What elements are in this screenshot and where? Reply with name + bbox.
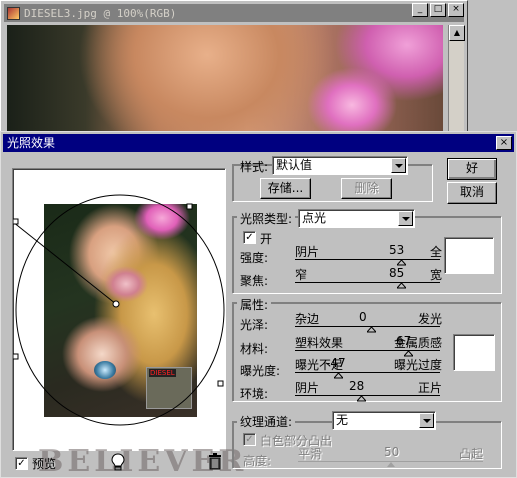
- intensity-left-label: 阴片: [295, 245, 320, 259]
- properties-label: 属性:: [237, 296, 272, 313]
- document-title-bar[interactable]: DIESEL3.jpg @ 100%(RGB): [4, 4, 464, 22]
- exposure-value: -47: [326, 356, 346, 370]
- exposure-slider-thumb[interactable]: [334, 373, 343, 379]
- document-close-button[interactable]: ×: [448, 3, 464, 17]
- material-slider-track[interactable]: [295, 350, 440, 351]
- chevron-down-icon[interactable]: [419, 413, 434, 428]
- light-type-label: 光照类型:: [237, 210, 296, 227]
- document-canvas[interactable]: [7, 25, 443, 141]
- style-dropdown[interactable]: 默认值: [272, 156, 408, 175]
- height-value: 50: [384, 445, 400, 459]
- focus-left-label: 窄: [295, 268, 308, 282]
- light-ellipse-overlay[interactable]: [13, 169, 227, 452]
- white-high-checkbox[interactable]: ✓: [243, 433, 256, 446]
- light-on-checkbox[interactable]: ✓: [243, 231, 256, 244]
- gloss-left-label: 杂边: [295, 312, 320, 326]
- style-label: 样式:: [240, 160, 269, 174]
- exposure-slider-track[interactable]: [295, 372, 440, 373]
- maximize-button[interactable]: □: [430, 3, 446, 17]
- minimize-button[interactable]: _: [412, 3, 428, 17]
- height-right-label: 凸起: [459, 447, 484, 461]
- ambience-value: 28: [349, 379, 365, 393]
- intensity-right-label: 全: [430, 245, 443, 259]
- delete-style-button[interactable]: 删除: [341, 178, 392, 199]
- style-value: 默认值: [276, 158, 313, 172]
- focus-right-label: 宽: [430, 268, 443, 282]
- ellipse-handle-top-right[interactable]: [186, 203, 193, 210]
- ellipse-handle-left[interactable]: [13, 218, 19, 225]
- ambience-slider-track[interactable]: [295, 395, 440, 396]
- light-center-handle[interactable]: [112, 300, 120, 308]
- light-bulb-icon[interactable]: [111, 453, 125, 471]
- focus-slider-thumb[interactable]: [397, 283, 406, 289]
- focus-value: 85: [389, 266, 405, 280]
- document-window: DIESEL3.jpg @ 100%(RGB) _ □ × ▲: [0, 0, 468, 141]
- light-footprint-ellipse: [15, 194, 225, 426]
- material-color-swatch[interactable]: [453, 334, 495, 371]
- scroll-up-arrow-icon[interactable]: ▲: [449, 25, 465, 41]
- focus-label: 聚焦:: [240, 274, 269, 288]
- preview-checkbox-label: 预览: [32, 457, 57, 471]
- texture-channel-label: 纹理通道:: [237, 413, 296, 430]
- focus-slider-track[interactable]: [295, 282, 440, 283]
- chevron-down-icon[interactable]: [391, 158, 406, 173]
- height-slider-thumb[interactable]: [387, 462, 395, 467]
- ambience-slider-thumb[interactable]: [357, 396, 366, 402]
- slider-thumb-triangle: [334, 373, 343, 379]
- ambience-left-label: 阴片: [295, 381, 320, 395]
- dialog-title: 光照效果: [7, 136, 56, 150]
- exposure-label: 曝光度:: [240, 364, 281, 378]
- ambience-right-label: 正片: [418, 381, 443, 395]
- light-on-label: 开: [260, 232, 273, 246]
- preview-checkbox-row[interactable]: ✓ 预览: [15, 455, 56, 472]
- intensity-label: 强度:: [240, 251, 269, 265]
- dialog-close-button[interactable]: ×: [496, 136, 512, 150]
- light-direction-line: [13, 221, 117, 305]
- slider-thumb-triangle: [357, 396, 366, 402]
- ellipse-handle-right[interactable]: [217, 380, 224, 387]
- light-type-value: 点光: [302, 211, 327, 225]
- document-title: DIESEL3.jpg @ 100%(RGB): [24, 6, 177, 20]
- document-vertical-scrollbar[interactable]: ▲: [448, 25, 465, 138]
- intensity-slider-track[interactable]: [295, 259, 440, 260]
- photoshop-document-icon: [7, 6, 20, 20]
- trash-icon[interactable]: [208, 453, 222, 470]
- preview-panel[interactable]: DIESEL: [12, 168, 226, 451]
- material-label: 材料:: [240, 342, 269, 356]
- save-style-button[interactable]: 存储...: [260, 178, 311, 199]
- dialog-title-bar[interactable]: 光照效果: [3, 134, 514, 152]
- ok-button[interactable]: 好: [447, 158, 497, 180]
- gloss-slider-thumb[interactable]: [367, 327, 376, 333]
- light-type-dropdown[interactable]: 点光: [298, 209, 415, 228]
- slider-thumb-triangle: [397, 283, 406, 289]
- gloss-value: 0: [359, 310, 367, 324]
- document-window-controls: _ □ ×: [412, 3, 464, 17]
- gloss-label: 光泽:: [240, 318, 269, 332]
- material-left-label: 塑料效果: [295, 336, 344, 350]
- lighting-effects-dialog: 光照效果 × DIESEL BELIEVER ✓ 预览 样式: 默认值 存储..…: [0, 131, 517, 478]
- ellipse-handle-bottom-left[interactable]: [13, 353, 19, 360]
- cancel-button[interactable]: 取消: [447, 182, 497, 204]
- material-right-label: 金属质感: [394, 336, 443, 350]
- texture-channel-dropdown[interactable]: 无: [332, 411, 436, 430]
- height-label: 高度:: [243, 454, 272, 468]
- exposure-right-label: 曝光过度: [394, 358, 443, 372]
- gloss-right-label: 发光: [418, 312, 443, 326]
- slider-thumb-triangle: [367, 327, 376, 333]
- height-left-label: 平滑: [298, 447, 323, 461]
- intensity-slider-thumb[interactable]: [397, 260, 406, 266]
- light-color-swatch[interactable]: [444, 237, 494, 274]
- chevron-down-icon[interactable]: [398, 211, 413, 226]
- preview-checkbox[interactable]: ✓: [15, 457, 28, 470]
- ambience-label: 环境:: [240, 387, 269, 401]
- texture-channel-value: 无: [336, 413, 349, 427]
- intensity-value: 53: [389, 243, 405, 257]
